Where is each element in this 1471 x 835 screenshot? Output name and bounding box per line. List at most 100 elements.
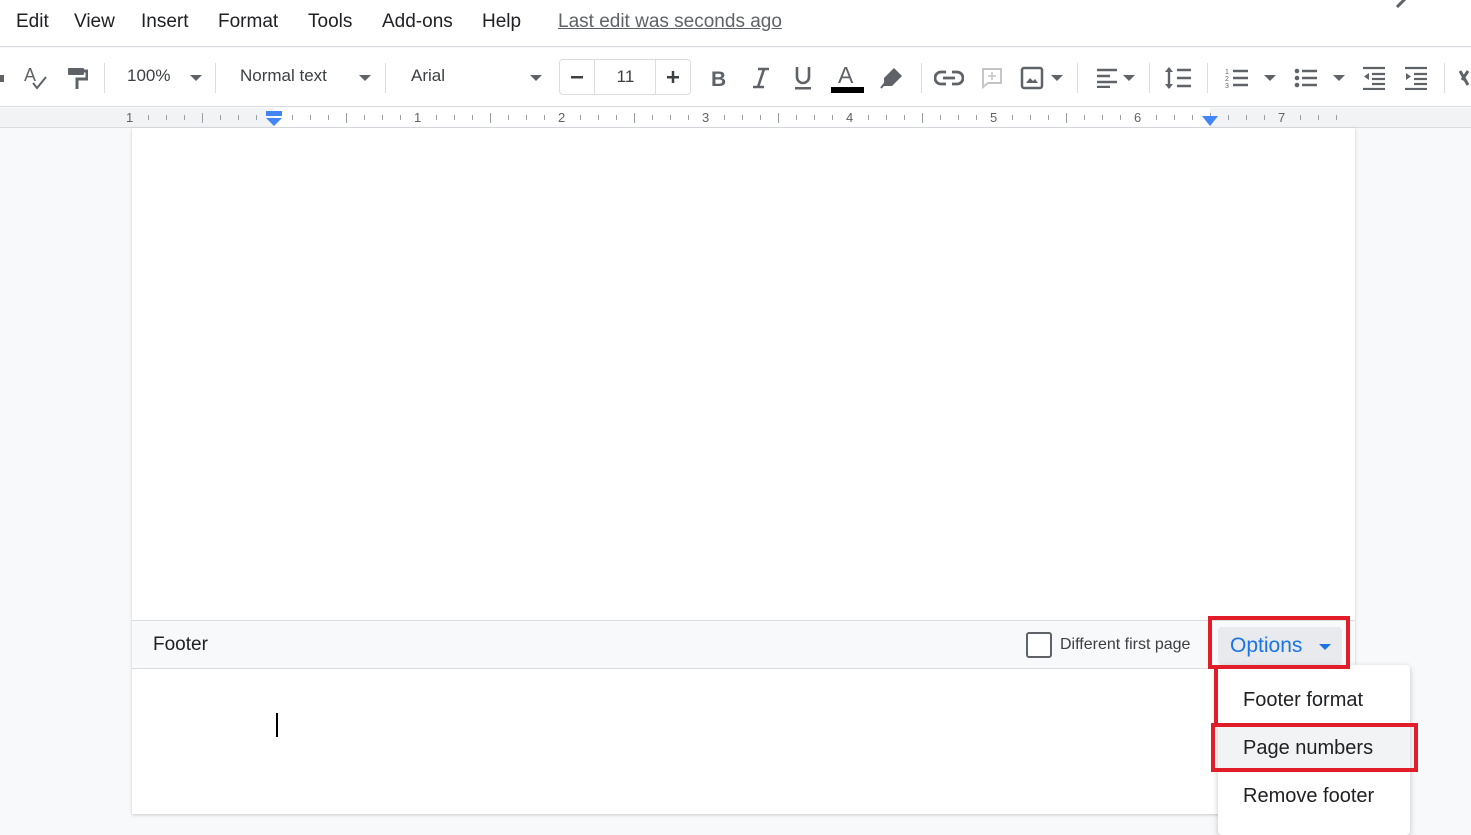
- left-indent-handle[interactable]: [265, 111, 283, 126]
- line-spacing-icon[interactable]: [1163, 48, 1193, 107]
- options-label: Options: [1230, 634, 1303, 657]
- ruler-tick: [1300, 115, 1301, 120]
- numbered-list-chevron-down-icon[interactable]: [1264, 75, 1276, 81]
- ruler-tick: [454, 115, 455, 120]
- ruler: 1 1 2 3 4 5 6 7: [0, 108, 1471, 128]
- svg-text:A: A: [838, 63, 854, 88]
- zoom-select[interactable]: 100%: [127, 66, 170, 86]
- style-chevron-down-icon[interactable]: [359, 75, 371, 81]
- menu-item-footer-format[interactable]: Footer format: [1218, 678, 1410, 722]
- increase-font-size-button[interactable]: [655, 60, 690, 94]
- print-icon[interactable]: [0, 48, 8, 107]
- ruler-tick: [724, 115, 725, 120]
- menu-addons[interactable]: Add-ons: [382, 11, 453, 33]
- ruler-tick: [256, 115, 257, 120]
- ruler-tick: [580, 115, 581, 120]
- ruler-tick: [1318, 115, 1319, 120]
- separator: [1444, 63, 1445, 93]
- document-page[interactable]: Footer Different first page Options: [132, 128, 1355, 814]
- options-button[interactable]: Options: [1218, 627, 1342, 665]
- separator: [1149, 63, 1150, 93]
- ruler-label: 5: [990, 110, 998, 125]
- ruler-tick: [598, 115, 599, 120]
- ruler-tick: [1120, 115, 1121, 120]
- paint-format-icon[interactable]: [62, 48, 92, 107]
- ruler-tick: [922, 113, 923, 123]
- ruler-tick: [364, 115, 365, 120]
- add-comment-icon[interactable]: [978, 48, 1006, 107]
- ruler-tick: [796, 115, 797, 120]
- menu-insert[interactable]: Insert: [141, 11, 189, 33]
- ruler-label: 6: [1134, 110, 1142, 125]
- menu-edit[interactable]: Edit: [16, 11, 49, 33]
- font-select[interactable]: Arial: [411, 66, 445, 86]
- ruler-tick: [652, 115, 653, 120]
- align-chevron-down-icon[interactable]: [1123, 75, 1135, 81]
- right-indent-handle[interactable]: [1202, 116, 1218, 126]
- different-first-page-checkbox[interactable]: [1026, 632, 1052, 658]
- spellcheck-icon[interactable]: A: [20, 48, 50, 107]
- svg-text:3: 3: [1225, 83, 1229, 90]
- decrease-indent-icon[interactable]: [1360, 48, 1388, 107]
- menu-help[interactable]: Help: [482, 11, 521, 33]
- underline-icon[interactable]: [788, 48, 818, 107]
- menu-tools[interactable]: Tools: [308, 11, 352, 33]
- ruler-tick: [760, 115, 761, 120]
- ruler-tick: [382, 115, 383, 120]
- ruler-tick: [436, 115, 437, 120]
- ruler-tick: [1066, 113, 1067, 123]
- highlight-color-icon[interactable]: [877, 48, 907, 107]
- font-size-stepper: 11: [559, 59, 691, 95]
- ruler-tick: [1084, 115, 1085, 120]
- collapse-menus-icon[interactable]: [1394, 0, 1420, 8]
- svg-text:A: A: [24, 65, 36, 85]
- style-select[interactable]: Normal text: [240, 66, 327, 86]
- numbered-list-icon[interactable]: 123: [1223, 48, 1251, 107]
- chevron-down-icon: [1319, 644, 1331, 650]
- ruler-tick: [940, 115, 941, 120]
- text-color-icon[interactable]: A: [829, 48, 865, 107]
- different-first-page-label[interactable]: Different first page: [1060, 636, 1190, 654]
- last-edit-link[interactable]: Last edit was seconds ago: [558, 11, 782, 33]
- font-chevron-down-icon[interactable]: [530, 75, 542, 81]
- image-chevron-down-icon[interactable]: [1051, 75, 1063, 81]
- menu-item-remove-footer[interactable]: Remove footer: [1218, 774, 1410, 818]
- zoom-chevron-down-icon[interactable]: [190, 75, 202, 81]
- ruler-tick: [310, 115, 311, 120]
- ruler-tick: [472, 115, 473, 120]
- ruler-tick: [1012, 115, 1013, 120]
- menu-format[interactable]: Format: [218, 11, 278, 33]
- menu-view[interactable]: View: [74, 11, 115, 33]
- insert-link-icon[interactable]: [933, 48, 965, 107]
- ruler-tick: [328, 115, 329, 120]
- separator: [1077, 63, 1078, 93]
- ruler-tick: [220, 115, 221, 120]
- clear-formatting-icon[interactable]: [1456, 48, 1471, 107]
- bulleted-list-chevron-down-icon[interactable]: [1333, 75, 1345, 81]
- ruler-tick: [958, 115, 959, 120]
- menu-item-page-numbers[interactable]: Page numbers: [1218, 726, 1410, 770]
- increase-indent-icon[interactable]: [1402, 48, 1430, 107]
- ruler-tick: [184, 115, 185, 120]
- ruler-label: 1: [414, 110, 422, 125]
- ruler-label: 4: [846, 110, 854, 125]
- ruler-tick: [1228, 115, 1229, 120]
- decrease-font-size-button[interactable]: [560, 60, 595, 94]
- ruler-tick: [1048, 115, 1049, 120]
- align-left-icon[interactable]: [1094, 48, 1120, 107]
- ruler-tick: [832, 115, 833, 120]
- bulleted-list-icon[interactable]: [1292, 48, 1320, 107]
- insert-image-icon[interactable]: [1017, 48, 1047, 107]
- ruler-tick: [814, 115, 815, 120]
- ruler-tick: [526, 115, 527, 120]
- ruler-tick: [1192, 115, 1193, 120]
- separator: [921, 63, 922, 93]
- bold-icon[interactable]: B: [704, 48, 734, 107]
- svg-text:B: B: [711, 68, 726, 89]
- italic-icon[interactable]: [746, 48, 776, 107]
- ruler-tick: [886, 115, 887, 120]
- ruler-tick: [1174, 115, 1175, 120]
- svg-text:1: 1: [1225, 69, 1229, 76]
- ruler-tick: [1102, 115, 1103, 120]
- font-size-input[interactable]: 11: [596, 60, 655, 94]
